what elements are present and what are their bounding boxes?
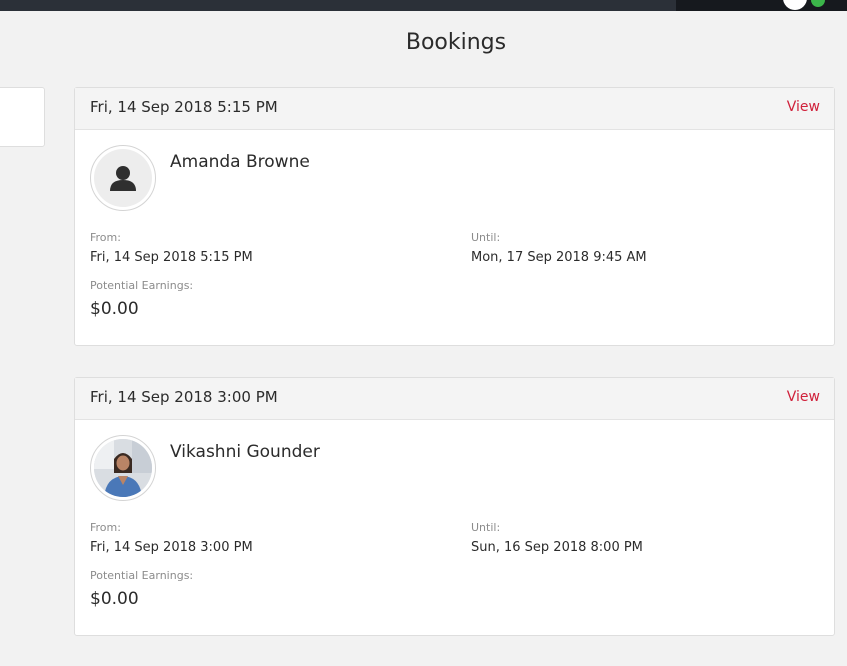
booking-card: Fri, 14 Sep 2018 3:00 PM View Vikashni G…: [74, 377, 835, 636]
from-value: Fri, 14 Sep 2018 3:00 PM: [90, 540, 253, 555]
from-label: From:: [90, 231, 121, 244]
from-value: Fri, 14 Sep 2018 5:15 PM: [90, 250, 253, 265]
guest-avatar: [90, 435, 156, 501]
user-avatar[interactable]: [783, 0, 807, 10]
earnings-value: $0.00: [90, 589, 139, 609]
view-booking-link[interactable]: View: [787, 389, 820, 405]
guest-name: Vikashni Gounder: [170, 442, 320, 462]
until-label: Until:: [471, 231, 501, 244]
earnings-label: Potential Earnings:: [90, 279, 194, 292]
user-menu-area: [676, 0, 847, 11]
booking-card-header: Fri, 14 Sep 2018 5:15 PM View: [75, 88, 834, 130]
user-silhouette-icon: [110, 166, 136, 191]
booking-card-header: Fri, 14 Sep 2018 3:00 PM View: [75, 378, 834, 420]
until-label: Until:: [471, 521, 501, 534]
top-navbar: [0, 0, 847, 11]
side-filter-panel: [0, 87, 45, 147]
earnings-label: Potential Earnings:: [90, 569, 194, 582]
page-title: Bookings: [405, 30, 507, 55]
earnings-value: $0.00: [90, 299, 139, 319]
online-status-dot: [811, 0, 825, 7]
booking-card: Fri, 14 Sep 2018 5:15 PM View Amanda Bro…: [74, 87, 835, 346]
booking-date: Fri, 14 Sep 2018 5:15 PM: [90, 98, 278, 116]
from-label: From:: [90, 521, 121, 534]
guest-avatar: [90, 145, 156, 211]
until-value: Sun, 16 Sep 2018 8:00 PM: [471, 540, 643, 555]
until-value: Mon, 17 Sep 2018 9:45 AM: [471, 250, 647, 265]
view-booking-link[interactable]: View: [787, 99, 820, 115]
guest-name: Amanda Browne: [170, 152, 310, 172]
booking-date: Fri, 14 Sep 2018 3:00 PM: [90, 388, 278, 406]
user-photo-icon: [94, 439, 152, 497]
